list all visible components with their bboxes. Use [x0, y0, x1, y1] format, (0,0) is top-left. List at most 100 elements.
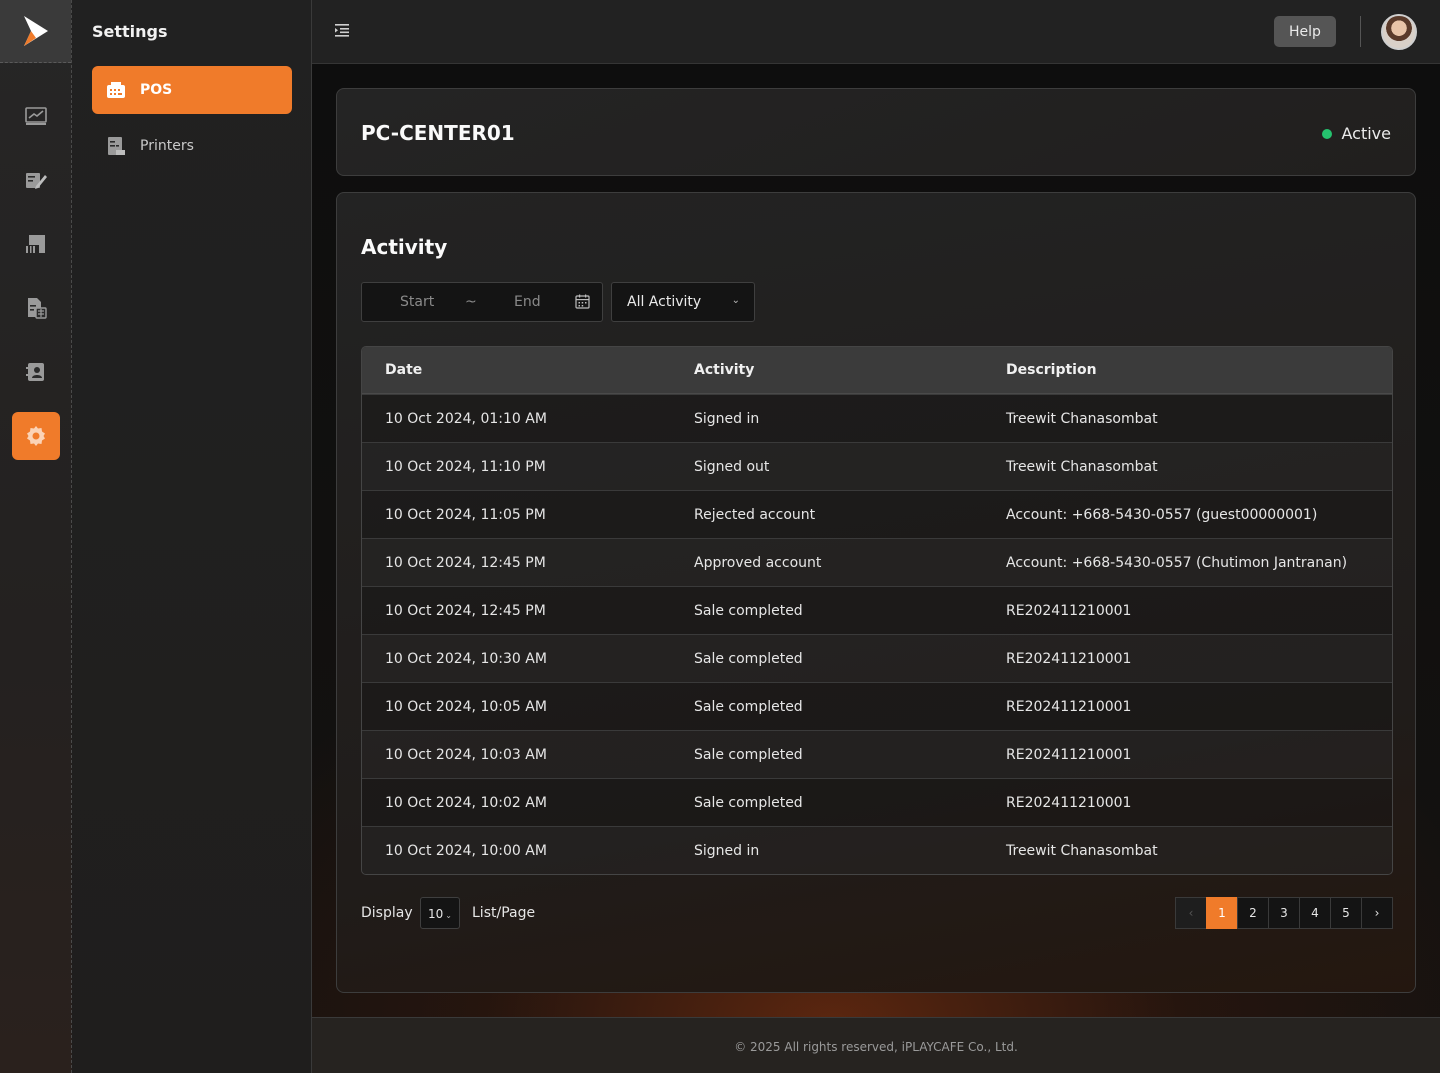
page-footer: © 2025 All rights reserved, iPLAYCAFE Co… — [312, 1017, 1440, 1073]
activity-filter-value: All Activity — [627, 294, 702, 310]
cell-date: 10 Oct 2024, 01:10 AM — [362, 394, 671, 442]
cell-date: 10 Oct 2024, 12:45 PM — [362, 586, 671, 634]
page-button-4[interactable]: 4 — [1299, 897, 1331, 929]
table-row: 10 Oct 2024, 12:45 PM Approved account Acc… — [362, 538, 1392, 586]
sidebar-item-pos[interactable]: POS — [92, 66, 292, 114]
printer-icon — [106, 136, 126, 156]
cell-activity: Sale completed — [671, 730, 983, 778]
sidebar-title: Settings — [92, 22, 168, 41]
cell-description: Treewit Chanasombat — [983, 826, 1392, 874]
page-button-1[interactable]: 1 — [1206, 897, 1238, 929]
rail-inventory[interactable] — [12, 220, 60, 268]
cell-description: RE202411210001 — [983, 634, 1392, 682]
activity-table: Date Activity Description 10 Oct 2024, 0… — [361, 346, 1393, 875]
play-logo-icon — [23, 16, 48, 46]
table-row: 10 Oct 2024, 12:45 PM Sale completed RE202… — [362, 586, 1392, 634]
prev-page-button[interactable]: ‹ — [1175, 897, 1207, 929]
edit-list-icon — [26, 173, 47, 189]
cell-activity: Approved account — [671, 538, 983, 586]
status-badge: Active — [1321, 124, 1391, 143]
topbar-divider — [1360, 16, 1361, 47]
settings-sidebar: Settings POS Printers — [72, 0, 312, 1073]
cell-date: 10 Oct 2024, 10:02 AM — [362, 778, 671, 826]
app-logo[interactable] — [0, 0, 71, 63]
date-range-picker[interactable]: Start ~ End — [361, 282, 603, 322]
column-header-description[interactable]: Description — [983, 347, 1392, 394]
chevron-down-icon: ⌄ — [445, 911, 452, 920]
table-row: 10 Oct 2024, 10:02 AM Sale completed RE202… — [362, 778, 1392, 826]
avatar[interactable] — [1381, 14, 1417, 50]
page-button-3[interactable]: 3 — [1268, 897, 1300, 929]
page-title: PC-CENTER01 — [361, 121, 515, 145]
cell-description: Account: +668-5430-0557 (guest00000001) — [983, 490, 1392, 538]
next-page-button[interactable]: › — [1361, 897, 1393, 929]
cell-activity: Signed out — [671, 442, 983, 490]
page-button-5[interactable]: 5 — [1330, 897, 1362, 929]
barcode-machine-icon — [26, 235, 45, 253]
cell-activity: Sale completed — [671, 682, 983, 730]
cell-date: 10 Oct 2024, 10:00 AM — [362, 826, 671, 874]
activity-title: Activity — [361, 235, 448, 259]
chart-line-icon — [25, 107, 47, 125]
table-row: 10 Oct 2024, 10:03 AM Sale completed RE202… — [362, 730, 1392, 778]
activity-card: Activity Start ~ End All Activity ⌄ Date… — [336, 192, 1416, 993]
sidebar-item-label: Printers — [140, 138, 194, 154]
table-row: 10 Oct 2024, 10:05 AM Sale completed RE202… — [362, 682, 1392, 730]
cell-activity: Sale completed — [671, 586, 983, 634]
contact-card-icon — [26, 363, 44, 381]
calendar-icon[interactable] — [575, 294, 590, 313]
top-bar: Help — [312, 0, 1440, 64]
column-header-activity[interactable]: Activity — [671, 347, 983, 394]
page-button-2[interactable]: 2 — [1237, 897, 1269, 929]
settings-gear-icon — [27, 426, 45, 446]
cell-activity: Signed in — [671, 826, 983, 874]
per-page-select[interactable]: 10 ⌄ — [420, 897, 460, 929]
cell-activity: Rejected account — [671, 490, 983, 538]
cell-date: 10 Oct 2024, 10:05 AM — [362, 682, 671, 730]
sidebar-item-printers[interactable]: Printers — [92, 122, 292, 170]
table-row: 10 Oct 2024, 11:05 PM Rejected account Acc… — [362, 490, 1392, 538]
list-page-label: List/Page — [472, 905, 536, 921]
cell-description: RE202411210001 — [983, 586, 1392, 634]
report-document-icon — [28, 298, 47, 319]
sidebar-item-label: POS — [140, 82, 173, 98]
copyright-text: © 2025 All rights reserved, iPLAYCAFE Co… — [734, 1040, 1018, 1054]
app-rail — [0, 0, 72, 1073]
cell-date: 10 Oct 2024, 12:45 PM — [362, 538, 671, 586]
pagination: ‹ 1 2 3 4 5 › — [1175, 897, 1393, 929]
cell-activity: Signed in — [671, 394, 983, 442]
device-header-card: PC-CENTER01 Active — [336, 88, 1416, 176]
per-page-value: 10 — [428, 907, 444, 921]
table-row: 10 Oct 2024, 10:00 AM Signed in Treewit Ch… — [362, 826, 1392, 874]
cell-description: Treewit Chanasombat — [983, 442, 1392, 490]
rail-dashboard[interactable] — [12, 92, 60, 140]
rail-reports[interactable] — [12, 284, 60, 332]
cell-description: RE202411210001 — [983, 778, 1392, 826]
rail-settings[interactable] — [12, 412, 60, 460]
chevron-down-icon: ⌄ — [731, 295, 740, 306]
table-header-row: Date Activity Description — [362, 347, 1392, 394]
collapse-menu-icon[interactable] — [334, 22, 354, 42]
activity-filter-select[interactable]: All Activity ⌄ — [611, 282, 755, 322]
pos-register-icon — [106, 80, 126, 100]
table-row: 10 Oct 2024, 10:30 AM Sale completed RE202… — [362, 634, 1392, 682]
cell-description: Treewit Chanasombat — [983, 394, 1392, 442]
cell-date: 10 Oct 2024, 11:05 PM — [362, 490, 671, 538]
status-dot-icon — [1321, 128, 1332, 139]
cell-description: Account: +668-5430-0557 (Chutimon Jantra… — [983, 538, 1392, 586]
help-button[interactable]: Help — [1274, 16, 1336, 47]
cell-date: 10 Oct 2024, 11:10 PM — [362, 442, 671, 490]
column-header-date[interactable]: Date — [362, 347, 671, 394]
date-end-input[interactable]: End — [514, 294, 541, 310]
table-row: 10 Oct 2024, 11:10 PM Signed out Treewit C… — [362, 442, 1392, 490]
cell-activity: Sale completed — [671, 634, 983, 682]
table-footer: Display 10 ⌄ List/Page ‹ 1 2 3 4 5 › — [361, 896, 1393, 929]
rail-members[interactable] — [12, 348, 60, 396]
date-separator: ~ — [465, 294, 477, 310]
cell-description: RE202411210001 — [983, 682, 1392, 730]
date-start-input[interactable]: Start — [400, 294, 434, 310]
rail-orders[interactable] — [12, 156, 60, 204]
main-content: PC-CENTER01 Active Activity Start ~ End — [312, 64, 1440, 1017]
cell-date: 10 Oct 2024, 10:30 AM — [362, 634, 671, 682]
cell-date: 10 Oct 2024, 10:03 AM — [362, 730, 671, 778]
